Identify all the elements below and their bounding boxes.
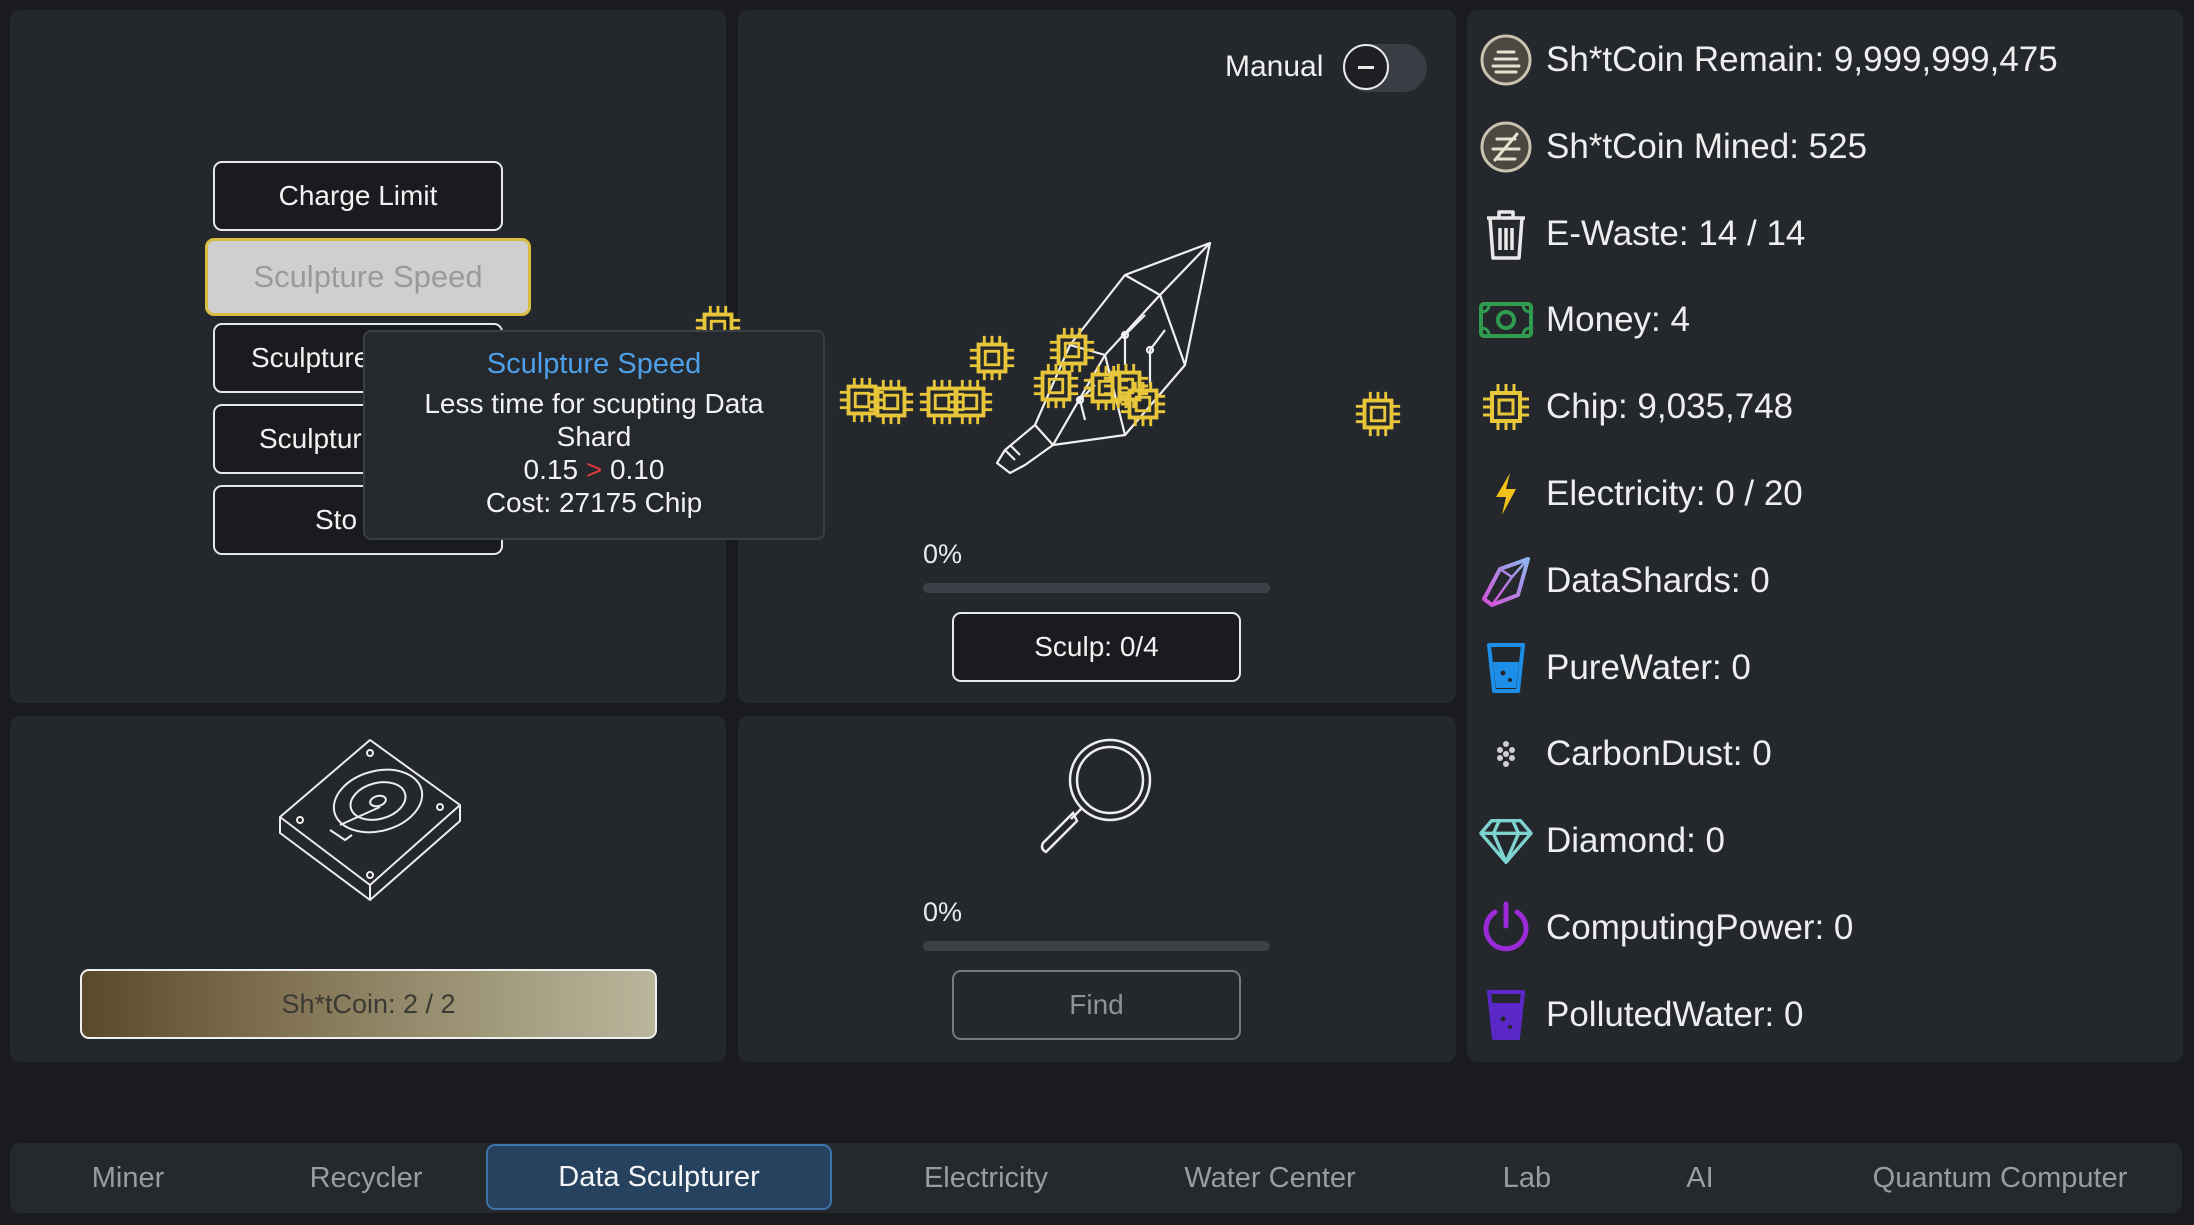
tab-quantum-computer[interactable]: Quantum Computer (1830, 1143, 2170, 1213)
resource-label: Money: 4 (1546, 300, 1690, 340)
resource-row: PureWater: 0 (1478, 638, 1751, 698)
tab-water-center[interactable]: Water Center (1150, 1143, 1390, 1213)
resource-label: Sh*tCoin Remain: 9,999,999,475 (1546, 40, 2058, 79)
toggle-knob (1343, 44, 1389, 90)
resource-row: PollutedWater: 0 (1478, 985, 1803, 1045)
hard-drive-icon (270, 735, 470, 905)
resource-row: Sh*tCoin Mined: 525 (1478, 117, 1867, 177)
resource-label: E-Waste: 14 / 14 (1546, 213, 1806, 253)
magnifier-icon (1035, 735, 1160, 860)
tooltip-description: Less time for scupting Data Shard (424, 388, 764, 452)
find-progress-bar (923, 941, 1270, 951)
resource-row: DataShards: 0 (1478, 551, 1770, 611)
resource-row: E-Waste: 14 / 14 (1478, 204, 1805, 264)
coin-stack-icon (1478, 30, 1534, 90)
tooltip-title: Sculpture Speed (486, 348, 702, 380)
tab-lab[interactable]: Lab (1472, 1143, 1582, 1213)
trash-icon (1478, 204, 1534, 264)
resource-row: CarbonDust: 0 (1478, 724, 1772, 784)
resource-row: Money: 4 (1478, 290, 1690, 350)
sculpture-speed-button[interactable]: Sculpture Speed (205, 238, 531, 316)
tab-electricity[interactable]: Electricity (886, 1143, 1086, 1213)
money-icon (1478, 290, 1534, 350)
tab-recycler[interactable]: Recycler (280, 1143, 452, 1213)
resource-label: Chip: 9,035,748 (1546, 387, 1794, 427)
resource-label: ComputingPower: 0 (1546, 908, 1854, 947)
lightning-icon (1478, 464, 1534, 524)
resource-row: Diamond: 0 (1478, 811, 1725, 871)
sculpt-progress-text: 0% (923, 539, 963, 569)
tab-miner[interactable]: Miner (42, 1143, 214, 1213)
chip-icon (865, 376, 917, 428)
polluted-water-icon (1478, 985, 1534, 1045)
resource-label: DataShards: 0 (1546, 560, 1770, 600)
diamond-icon (1478, 811, 1534, 871)
sculp-button[interactable]: Sculp: 0/4 (952, 612, 1241, 682)
data-shard-icon (1478, 551, 1534, 611)
find-button[interactable]: Find (952, 970, 1241, 1040)
chip-icon (1117, 378, 1169, 430)
bottom-tab-bar: Miner Recycler Data Sculpturer Electrici… (10, 1143, 2182, 1213)
tooltip-values: 0.15 > 0.10 (523, 454, 665, 485)
resource-label: Diamond: 0 (1546, 821, 1725, 861)
shitcoin-storage-bar: Sh*tCoin: 2 / 2 (80, 969, 657, 1039)
resource-label: PureWater: 0 (1546, 647, 1751, 687)
resource-label: Electricity: 0 / 20 (1546, 474, 1803, 513)
resource-label: CarbonDust: 0 (1546, 734, 1772, 774)
manual-toggle[interactable] (1343, 44, 1427, 92)
find-progress-text: 0% (923, 897, 963, 927)
upgrade-tooltip: Sculpture Speed Less time for scupting D… (363, 330, 825, 540)
water-glass-icon (1478, 638, 1534, 698)
sculpt-progress-bar (923, 583, 1270, 593)
tab-ai[interactable]: AI (1660, 1143, 1740, 1213)
chip-icon (1352, 388, 1404, 440)
tooltip-cost: Cost: 27175 Chip (485, 487, 703, 518)
chip-icon (966, 332, 1018, 384)
resource-row: Electricity: 0 / 20 (1478, 464, 1803, 524)
resource-label: PollutedWater: 0 (1546, 994, 1804, 1034)
manual-label: Manual (1225, 50, 1324, 83)
resource-row: ComputingPower: 0 (1478, 898, 1853, 958)
tab-data-sculpturer[interactable]: Data Sculpturer (486, 1144, 832, 1210)
power-icon (1478, 898, 1534, 958)
charge-limit-button[interactable]: Charge Limit (213, 161, 503, 231)
resource-row: Sh*tCoin Remain: 9,999,999,475 (1478, 30, 2058, 90)
dust-icon (1478, 724, 1534, 784)
coin-mined-icon (1478, 117, 1534, 177)
chip-icon (1478, 377, 1534, 437)
resource-row: Chip: 9,035,748 (1478, 377, 1793, 437)
resource-label: Sh*tCoin Mined: 525 (1546, 126, 1868, 166)
